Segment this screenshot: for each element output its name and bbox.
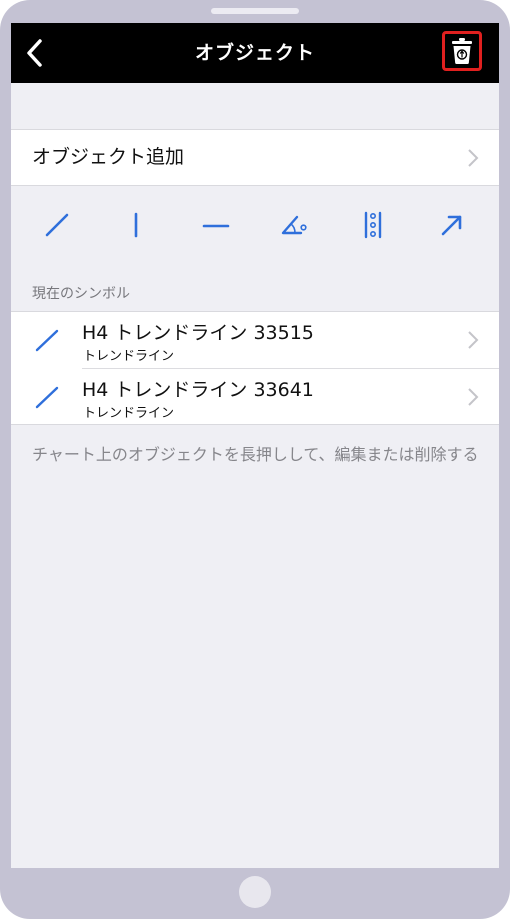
symbol-title: H4 トレンドライン 33515 bbox=[82, 322, 314, 344]
trash-icon bbox=[452, 38, 472, 64]
current-symbols-list: H4 トレンドライン 33515 トレンドライン H4 トレンドライン 3364… bbox=[11, 311, 499, 425]
current-symbols-header: 現在のシンボル bbox=[32, 286, 130, 302]
chevron-left-icon bbox=[27, 39, 42, 67]
back-button[interactable] bbox=[17, 35, 53, 71]
object-tools-bar bbox=[11, 187, 499, 261]
chevron-right-icon bbox=[468, 331, 479, 349]
horizontal-line-icon bbox=[202, 224, 230, 228]
fibonacci-icon bbox=[364, 211, 382, 239]
symbol-title: H4 トレンドライン 33641 bbox=[82, 379, 314, 401]
chevron-right-icon bbox=[468, 388, 479, 406]
symbol-list-item[interactable]: H4 トレンドライン 33641 トレンドライン bbox=[11, 369, 499, 425]
add-object-row[interactable]: オブジェクト追加 bbox=[11, 129, 499, 186]
phone-frame: オブジェクト オブジェクト追加 現在のシンボル H4 トレンドライン 33515… bbox=[0, 0, 510, 919]
delete-button[interactable] bbox=[442, 31, 482, 71]
angle-tool-button[interactable] bbox=[274, 205, 314, 245]
trendline-icon bbox=[35, 386, 59, 409]
arrow-icon bbox=[441, 215, 462, 236]
add-object-label: オブジェクト追加 bbox=[32, 146, 185, 168]
navigation-bar: オブジェクト bbox=[11, 23, 499, 83]
angle-icon bbox=[281, 215, 307, 235]
help-text: チャート上のオブジェクトを長押しして、編集または削除する bbox=[32, 445, 479, 464]
vertical-line-icon bbox=[134, 212, 138, 238]
trendline-tool-button[interactable] bbox=[37, 205, 77, 245]
screen: オブジェクト オブジェクト追加 現在のシンボル H4 トレンドライン 33515… bbox=[11, 23, 499, 868]
diagonal-line-icon bbox=[45, 213, 69, 237]
page-title: オブジェクト bbox=[194, 42, 315, 64]
speaker-grille bbox=[211, 8, 299, 14]
symbol-type: トレンドライン bbox=[83, 406, 175, 421]
fibonacci-tool-button[interactable] bbox=[353, 205, 393, 245]
trendline-icon bbox=[35, 329, 59, 352]
chevron-right-icon bbox=[468, 149, 479, 167]
arrow-tool-button[interactable] bbox=[432, 205, 472, 245]
home-button[interactable] bbox=[239, 876, 271, 908]
vertical-line-tool-button[interactable] bbox=[116, 205, 156, 245]
symbol-type: トレンドライン bbox=[83, 349, 175, 364]
symbol-list-item[interactable]: H4 トレンドライン 33515 トレンドライン bbox=[11, 312, 499, 369]
horizontal-line-tool-button[interactable] bbox=[196, 205, 236, 245]
